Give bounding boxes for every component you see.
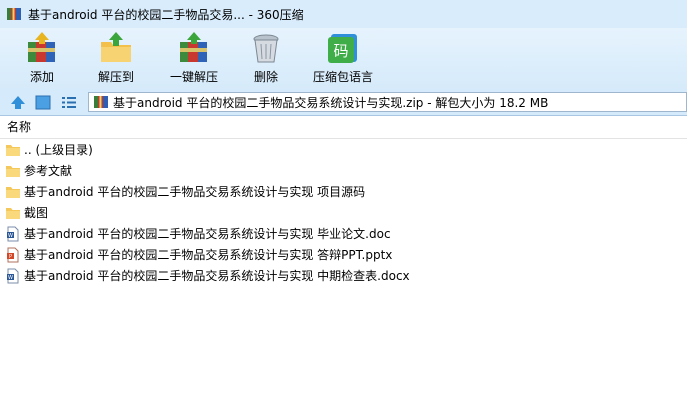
folder-icon	[6, 186, 20, 198]
extract-folder-icon	[101, 32, 131, 62]
trash-bin-icon	[253, 34, 279, 63]
folder-icon	[6, 207, 20, 219]
list-item[interactable]: .. (上级目录)	[0, 139, 687, 160]
svg-text:码: 码	[333, 42, 348, 60]
svg-text:P: P	[9, 254, 12, 260]
svg-text:W: W	[8, 233, 13, 239]
extract-to-button[interactable]: 解压到	[90, 30, 142, 88]
list-item[interactable]: P 基于android 平台的校园二手物品交易系统设计与实现 答辩PPT.ppt…	[0, 244, 687, 265]
one-click-extract-icon	[180, 32, 207, 62]
navigation-bar: 基于android 平台的校园二手物品交易系统设计与实现.zip - 解包大小为…	[0, 90, 687, 116]
word-doc-icon: W	[7, 226, 19, 241]
archive-language-button[interactable]: 码 压缩包语言	[308, 30, 378, 88]
zip-archive-icon	[7, 8, 21, 20]
thumbnail-view-icon[interactable]	[34, 94, 52, 111]
up-arrow-icon[interactable]	[9, 94, 27, 111]
add-books-icon	[28, 32, 55, 62]
window-title: 基于android 平台的校园二手物品交易... - 360压缩	[28, 7, 304, 22]
address-bar[interactable]: 基于android 平台的校园二手物品交易系统设计与实现.zip - 解包大小为…	[88, 92, 687, 112]
title-bar: 基于android 平台的校园二手物品交易... - 360压缩	[0, 0, 687, 28]
add-button[interactable]: 添加	[16, 30, 68, 88]
folder-icon	[6, 165, 20, 177]
zip-archive-icon	[94, 96, 108, 108]
list-item[interactable]: 截图	[0, 202, 687, 223]
folder-icon	[6, 144, 20, 156]
list-item[interactable]: W 基于android 平台的校园二手物品交易系统设计与实现 毕业论文.doc	[0, 223, 687, 244]
delete-button[interactable]: 删除	[244, 30, 288, 88]
list-item[interactable]: 参考文献	[0, 160, 687, 181]
word-doc-icon: W	[7, 268, 19, 283]
list-item[interactable]: W 基于android 平台的校园二手物品交易系统设计与实现 中期检查表.doc…	[0, 265, 687, 286]
language-code-icon: 码	[328, 34, 357, 63]
toolbar: 添加 解压到 一键解压 删除 码 压缩包语言	[0, 28, 687, 90]
powerpoint-icon: P	[7, 247, 19, 262]
file-list: 名称 .. (上级目录) 参考文献 基于android 平台的校园二手物品交易系…	[0, 116, 687, 407]
one-click-extract-button[interactable]: 一键解压	[164, 30, 224, 88]
column-header-name[interactable]: 名称	[0, 116, 687, 139]
list-item[interactable]: 基于android 平台的校园二手物品交易系统设计与实现 项目源码	[0, 181, 687, 202]
address-path: 基于android 平台的校园二手物品交易系统设计与实现.zip - 解包大小为…	[113, 95, 549, 110]
list-view-icon[interactable]	[60, 94, 78, 111]
svg-text:W: W	[8, 275, 13, 281]
